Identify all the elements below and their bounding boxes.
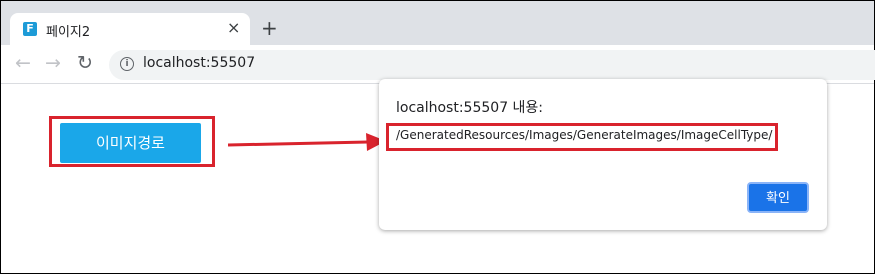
address-bar[interactable]: i localhost:55507 <box>109 50 875 80</box>
forward-arrow-icon[interactable]: → <box>45 52 61 74</box>
tab-close-icon[interactable]: × <box>227 18 240 37</box>
annotation-arrow-icon <box>228 133 386 151</box>
dialog-title: localhost:55507 내용: <box>396 100 544 116</box>
favicon-icon: F <box>23 22 37 36</box>
alert-dialog: localhost:55507 내용: /GeneratedResources/… <box>379 79 827 230</box>
highlight-box-button <box>49 116 215 167</box>
tab-strip: F 페이지2 × + <box>1 1 874 46</box>
back-arrow-icon[interactable]: ← <box>15 52 31 74</box>
highlight-box-message <box>386 123 778 151</box>
ok-button[interactable]: 확인 <box>747 182 809 213</box>
url-text[interactable]: localhost:55507 <box>143 55 255 71</box>
reload-icon[interactable]: ↻ <box>77 52 93 74</box>
browser-tab[interactable]: F 페이지2 × <box>10 13 250 46</box>
new-tab-button[interactable]: + <box>261 16 278 40</box>
tab-title: 페이지2 <box>46 25 91 40</box>
info-icon[interactable]: i <box>120 57 134 71</box>
